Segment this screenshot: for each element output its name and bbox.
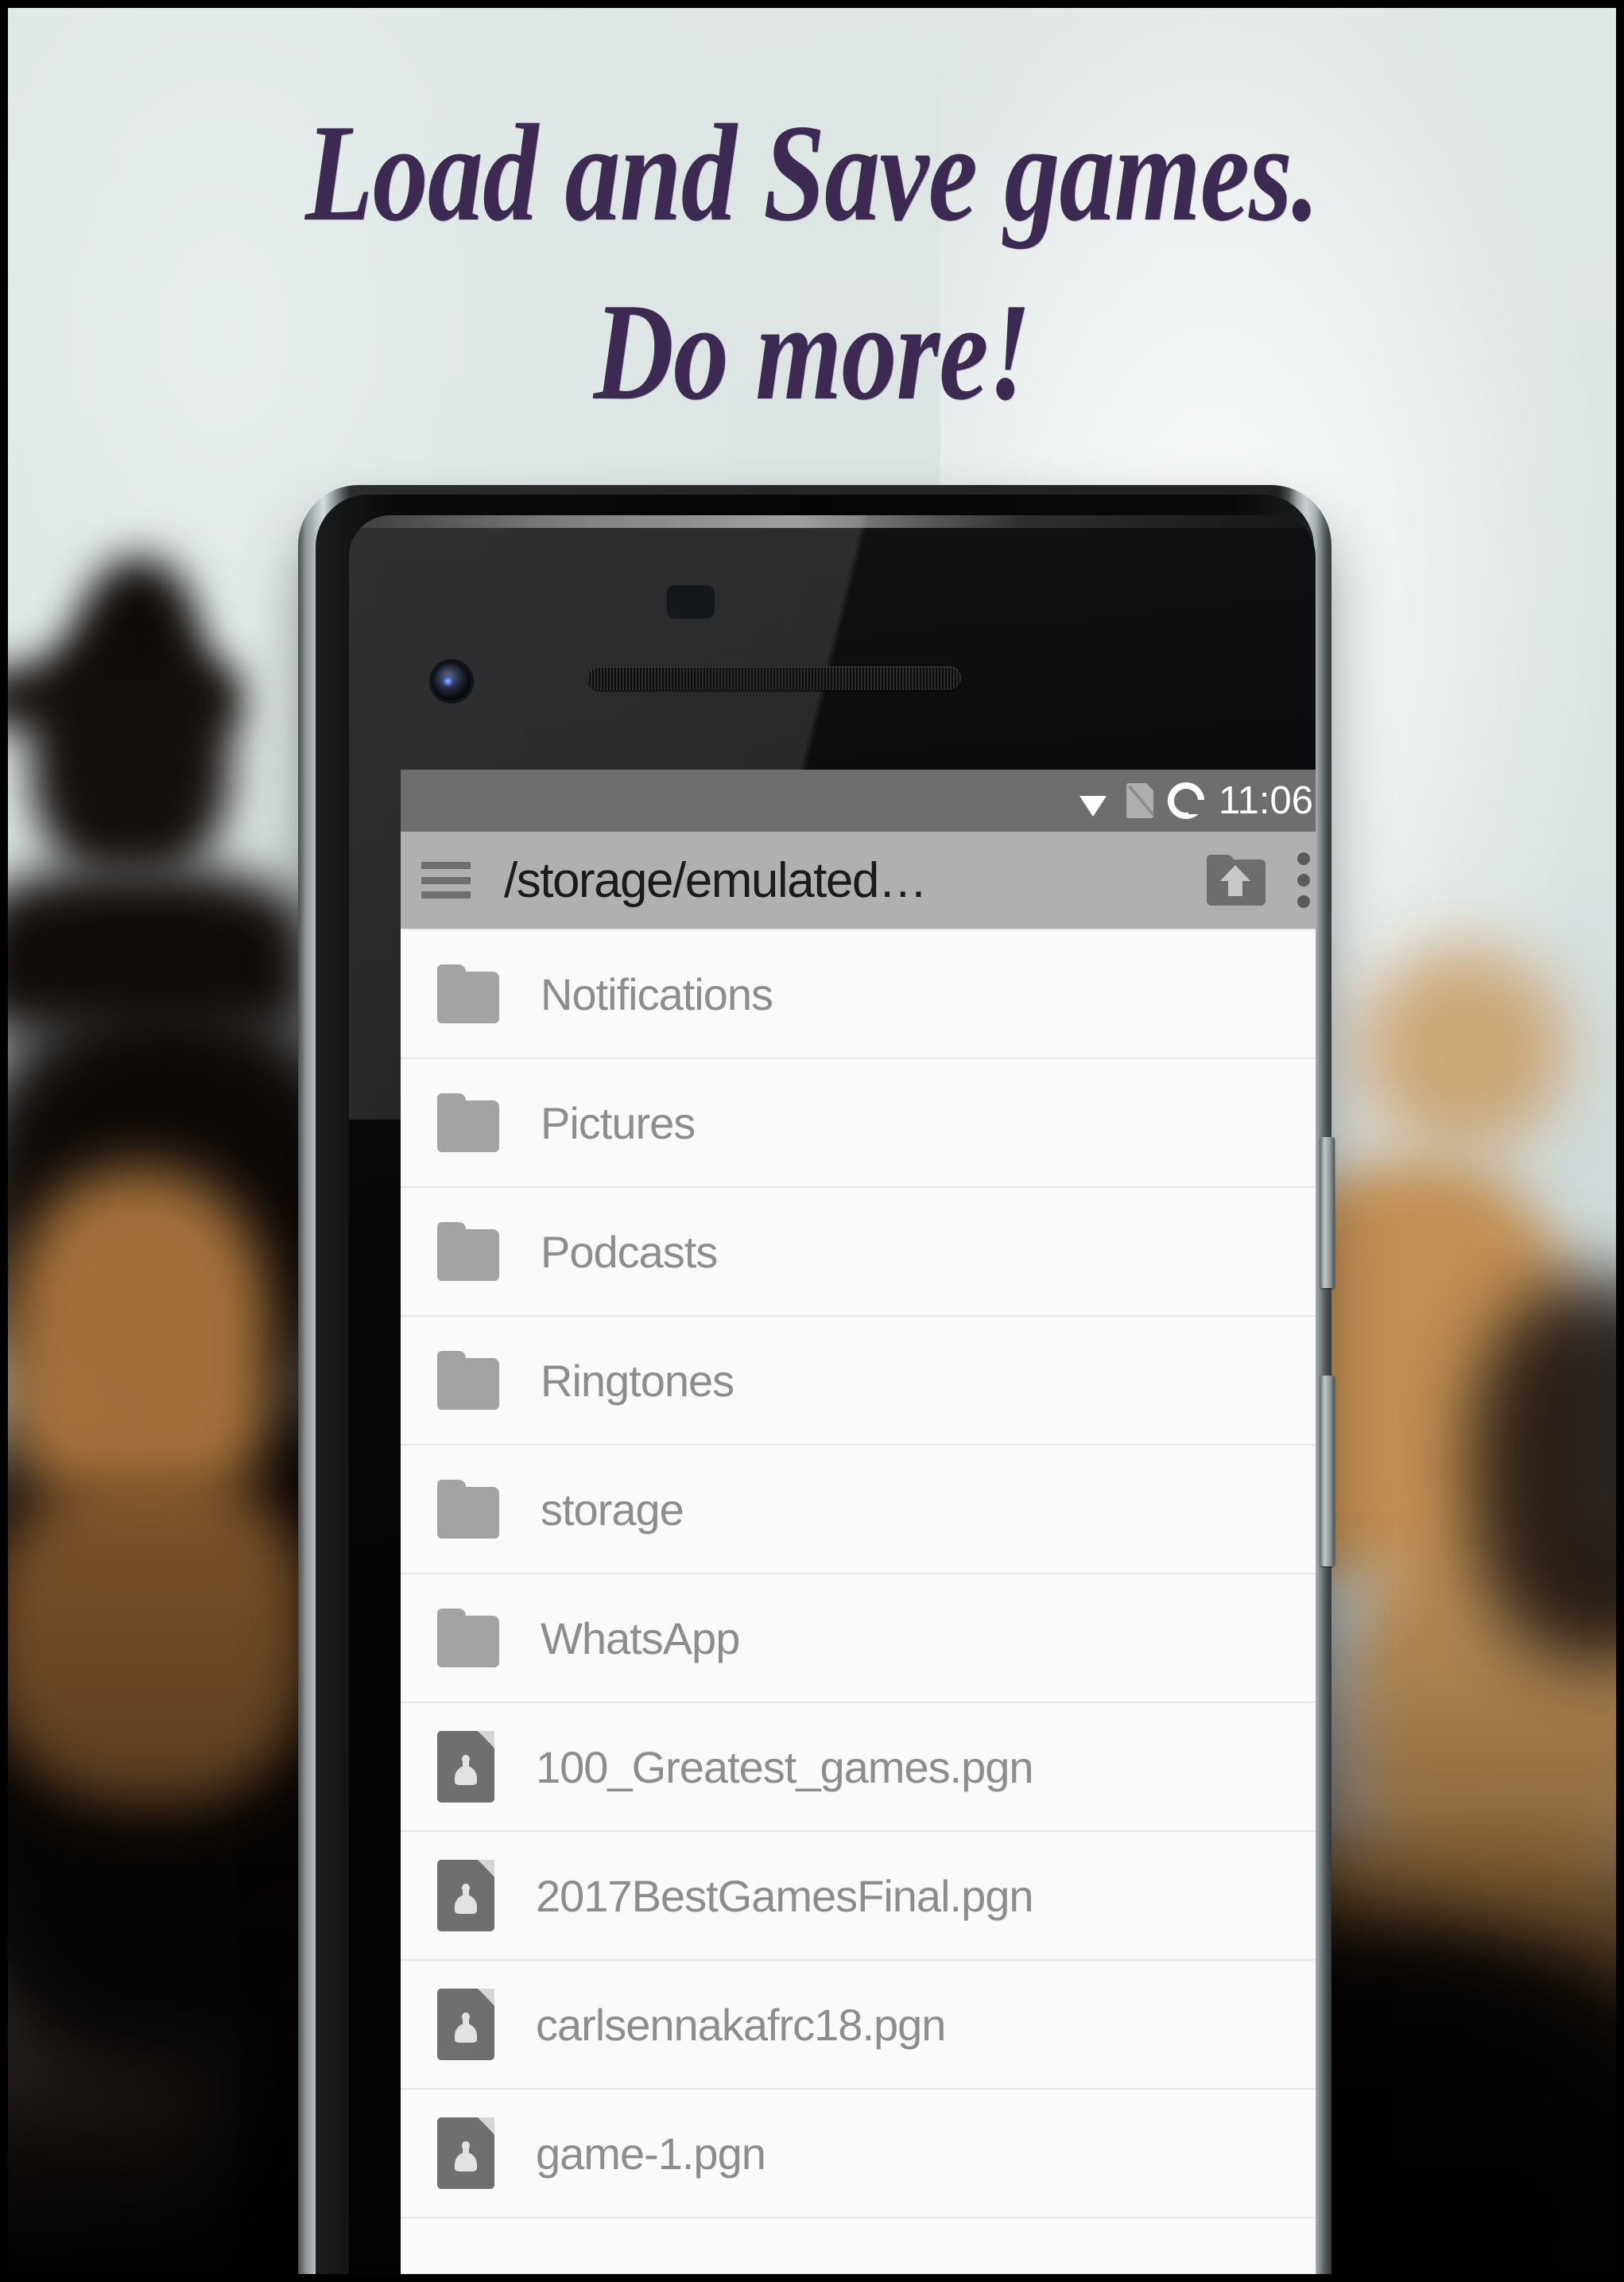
file-list-row-label: Notifications [541,968,773,1019]
promo-screenshot: Load and Save games. Do more! 11:06 /sto… [0,0,1624,2282]
file-list-row-label: 2017BestGamesFinal.pgn [536,1870,1033,1921]
file-list-row[interactable]: Notifications [401,930,1316,1059]
path-title: /storage/emulated… [504,852,928,908]
file-list-row[interactable]: 100_Greatest_games.pgn [401,1703,1316,1832]
file-list-row-label: Podcasts [541,1226,718,1277]
promo-canvas: Load and Save games. Do more! 11:06 /sto… [8,8,1616,2274]
file-list-row-label: 100_Greatest_games.pgn [536,1741,1034,1792]
file-list-row-label: carlsennakafrc18.pgn [536,1999,946,2050]
phone-body: 11:06 /storage/emulated… Notifications P… [316,495,1316,2274]
earpiece-speaker-icon [587,666,961,690]
file-list-row[interactable]: 2017BestGamesFinal.pgn [401,1832,1316,1961]
folder-icon [437,1351,499,1410]
folder-icon [437,964,499,1023]
file-list-scroll[interactable]: Nordic SemiconductorNotificationsPicture… [401,929,1316,2274]
phone-screen: 11:06 /storage/emulated… Notifications P… [401,770,1316,2274]
power-button[interactable] [1320,1137,1335,1288]
status-bar-clock: 11:06 [1219,778,1313,822]
hamburger-menu-icon[interactable] [421,862,471,898]
file-list-row-label: WhatsApp [541,1613,740,1663]
file-list: Nordic SemiconductorNotificationsPicture… [401,929,1316,2218]
pgn-file-icon [437,1731,494,1803]
app-toolbar: /storage/emulated… [401,832,1316,929]
front-camera-icon [432,662,471,701]
pgn-file-icon [437,2117,494,2189]
phone-glass: 11:06 /storage/emulated… Notifications P… [349,515,1316,2274]
battery-circle-icon [1168,782,1205,819]
proximity-sensor-icon [667,585,715,619]
file-list-row[interactable]: Podcasts [401,1188,1316,1317]
promo-headline: Load and Save games. Do more! [169,103,1455,421]
folder-up-icon[interactable] [1207,855,1265,906]
file-list-row-label: game-1.pgn [536,2128,766,2179]
file-list-row[interactable]: Ringtones [401,1317,1316,1446]
wifi-icon [1074,785,1113,817]
folder-icon [437,1609,499,1667]
folder-icon [437,1093,499,1152]
pgn-file-icon [437,1989,494,2060]
pgn-file-icon [437,1860,494,1931]
file-list-row[interactable]: Pictures [401,1059,1316,1188]
volume-button[interactable] [1320,1376,1335,1566]
file-list-row-label: Pictures [541,1097,696,1148]
file-list-row-label: storage [541,1484,684,1535]
folder-icon [437,1222,499,1281]
headline-line-1: Load and Save games. [304,95,1320,250]
file-list-row[interactable]: game-1.pgn [401,2090,1316,2218]
file-list-row-label: Ringtones [541,1355,734,1406]
phone-mockup: 11:06 /storage/emulated… Notifications P… [298,485,1335,2274]
file-list-row[interactable]: storage [401,1446,1316,1574]
file-list-row[interactable]: carlsennakafrc18.pgn [401,1961,1316,2090]
overflow-menu-icon[interactable] [1297,852,1312,908]
headline-line-2: Do more! [593,274,1032,429]
folder-icon [437,1480,499,1539]
no-sim-icon [1126,783,1155,818]
status-bar: 11:06 [401,770,1316,832]
file-list-row[interactable]: WhatsApp [401,1574,1316,1703]
